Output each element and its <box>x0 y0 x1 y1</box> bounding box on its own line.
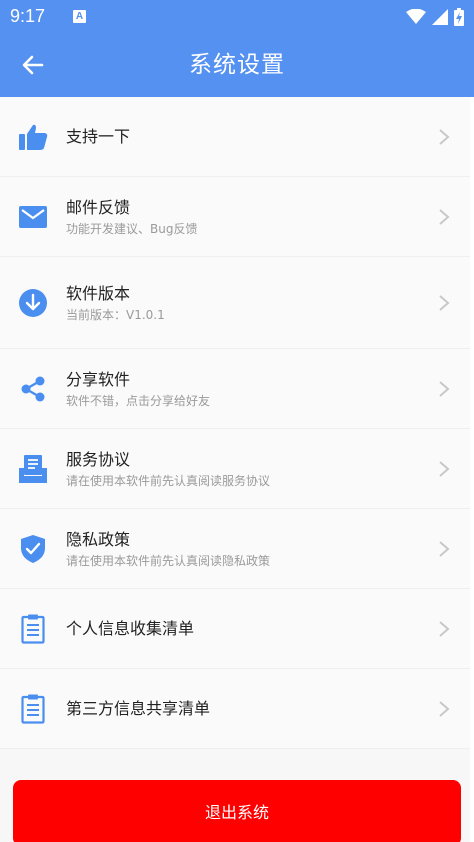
chevron-right-icon <box>439 540 450 557</box>
settings-item-texts: 支持一下 <box>66 126 420 148</box>
settings-item-support[interactable]: 支持一下 <box>0 97 470 177</box>
settings-item-texts: 分享软件 软件不错，点击分享给好友 <box>66 369 420 409</box>
settings-list: 支持一下 邮件反馈 功能开发建议、Bug反馈 软件版本 当前版本：V1.0.1 … <box>0 97 470 749</box>
settings-item-subtitle: 请在使用本软件前先认真阅读隐私政策 <box>66 553 271 568</box>
settings-item-label: 第三方信息共享清单 <box>66 698 211 718</box>
thumbs-up-icon <box>18 122 48 152</box>
notification-badge: A <box>73 10 87 23</box>
settings-item-texts: 软件版本 当前版本：V1.0.1 <box>66 283 420 323</box>
clipboard-list-icon <box>18 694 48 724</box>
settings-item-service-agreement[interactable]: 服务协议 请在使用本软件前先认真阅读服务协议 <box>0 429 470 509</box>
wifi-icon <box>406 8 426 24</box>
logout-button[interactable]: 退出系统 <box>13 780 461 842</box>
battery-charging-icon <box>454 7 464 26</box>
settings-item-texts: 邮件反馈 功能开发建议、Bug反馈 <box>66 197 420 237</box>
settings-item-mail-feedback[interactable]: 邮件反馈 功能开发建议、Bug反馈 <box>0 177 470 257</box>
settings-item-label: 分享软件 <box>66 369 131 389</box>
settings-item-texts: 个人信息收集清单 <box>66 618 420 640</box>
settings-item-label: 软件版本 <box>66 283 131 303</box>
settings-item-label: 服务协议 <box>66 449 131 469</box>
chevron-right-icon <box>439 208 450 225</box>
chevron-right-icon <box>439 294 450 311</box>
status-icons <box>406 7 464 26</box>
settings-item-share[interactable]: 分享软件 软件不错，点击分享给好友 <box>0 349 470 429</box>
settings-item-label: 支持一下 <box>66 126 131 146</box>
share-icon <box>18 374 48 404</box>
right-edge-strip <box>470 97 474 842</box>
settings-item-texts: 服务协议 请在使用本软件前先认真阅读服务协议 <box>66 449 420 489</box>
settings-item-texts: 隐私政策 请在使用本软件前先认真阅读隐私政策 <box>66 529 420 569</box>
settings-item-subtitle: 功能开发建议、Bug反馈 <box>66 221 198 236</box>
shield-check-icon <box>18 534 48 564</box>
download-circle-icon <box>18 288 48 318</box>
settings-item-version[interactable]: 软件版本 当前版本：V1.0.1 <box>0 257 470 349</box>
signal-icon <box>432 8 448 25</box>
version-text: 当前版本：V1.0.1 <box>66 307 165 322</box>
settings-item-label: 隐私政策 <box>66 529 131 549</box>
clipboard-list-icon <box>18 614 48 644</box>
chevron-right-icon <box>439 128 450 145</box>
settings-item-third-party-sharing-list[interactable]: 第三方信息共享清单 <box>0 669 470 749</box>
chevron-right-icon <box>439 380 450 397</box>
status-bar: 9:17 A <box>0 0 474 33</box>
document-tray-icon <box>18 454 48 484</box>
chevron-right-icon <box>439 700 450 717</box>
settings-item-personal-info-list[interactable]: 个人信息收集清单 <box>0 589 470 669</box>
settings-item-label: 个人信息收集清单 <box>66 618 195 638</box>
app-bar: 系统设置 <box>0 33 474 97</box>
settings-item-subtitle: 软件不错，点击分享给好友 <box>66 393 211 408</box>
status-time: 9:17 <box>10 6 46 26</box>
chevron-right-icon <box>439 620 450 637</box>
page-title: 系统设置 <box>189 52 285 78</box>
mail-icon <box>18 202 48 232</box>
settings-item-texts: 第三方信息共享清单 <box>66 698 420 720</box>
settings-item-label: 邮件反馈 <box>66 197 131 217</box>
chevron-right-icon <box>439 460 450 477</box>
settings-item-privacy-policy[interactable]: 隐私政策 请在使用本软件前先认真阅读隐私政策 <box>0 509 470 589</box>
settings-item-subtitle: 请在使用本软件前先认真阅读服务协议 <box>66 473 271 488</box>
